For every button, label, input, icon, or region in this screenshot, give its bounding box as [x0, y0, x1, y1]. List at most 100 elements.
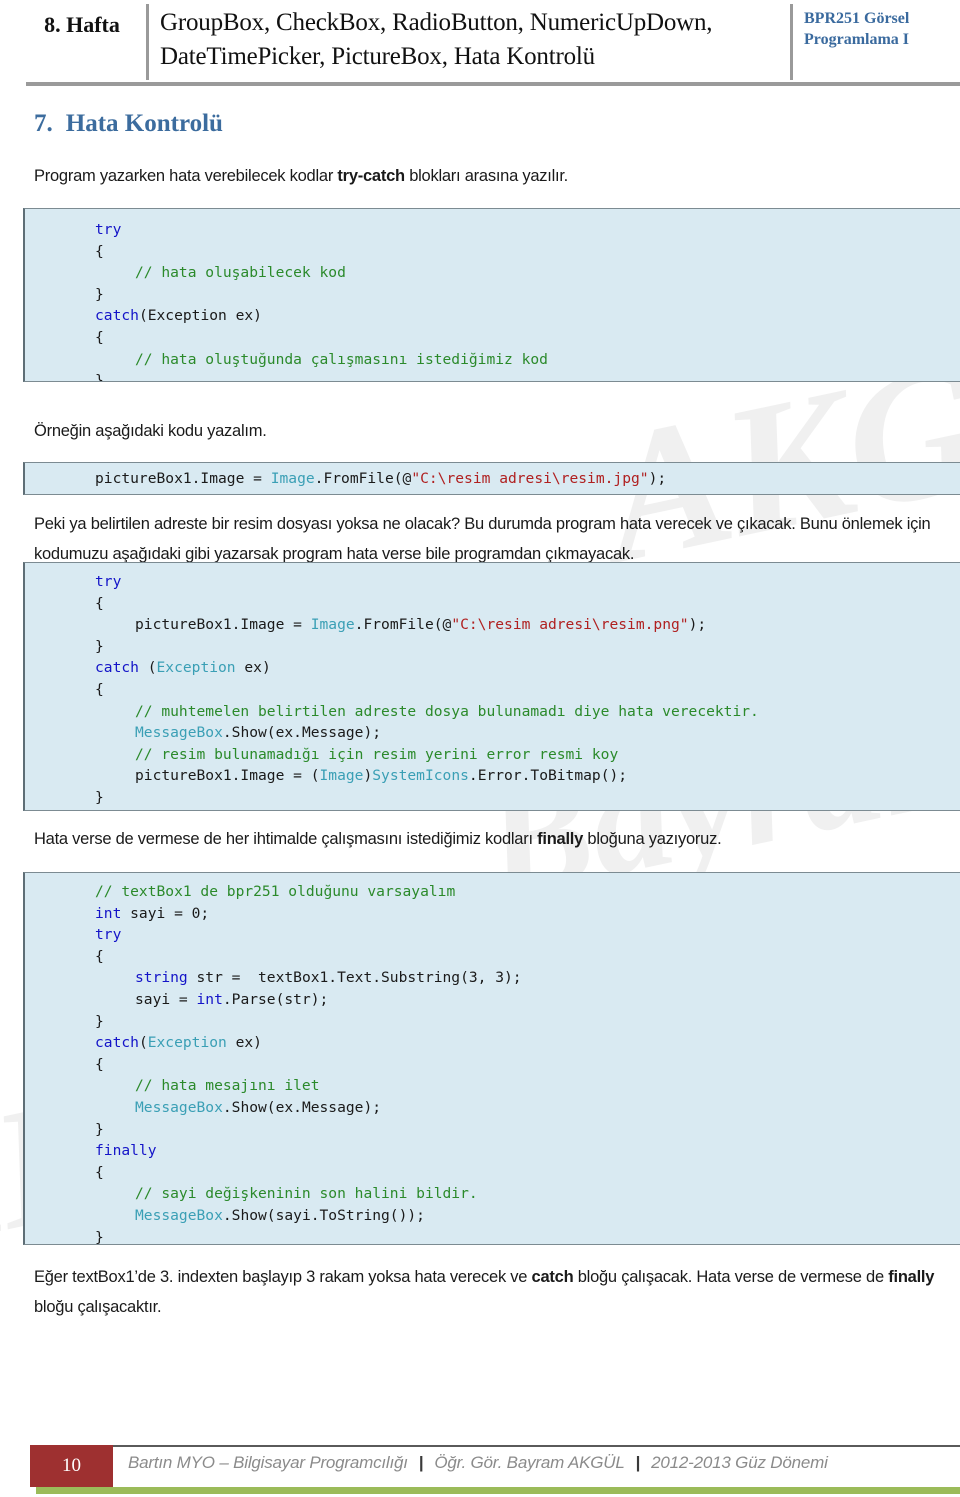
code-line: int sayi = 0; — [95, 903, 960, 925]
code-token-kw: finally — [95, 1142, 157, 1160]
code-token-cm: // hata oluştuğunda çalışmasını istediği… — [135, 350, 548, 368]
code-token-pl: pictureBox1.Image = — [135, 616, 311, 634]
code-token-ty: Exception — [156, 659, 236, 677]
code-token-pl: } — [95, 637, 104, 655]
section-number: 7. — [34, 110, 53, 137]
paragraph-intro-part-c: blokları arasına yazılır. — [404, 167, 569, 185]
code-line: { — [95, 1162, 960, 1184]
code-token-ty: Image — [270, 470, 315, 487]
code-block-picturebox-single-line: pictureBox1.Image = Image.FromFile(@"C:\… — [23, 462, 960, 495]
footer-separator-2: | — [635, 1453, 641, 1472]
code-token-cm: // muhtemelen belirtilen adreste dosya b… — [135, 702, 759, 720]
code-line: // sayi değişkeninin son halini bildir. — [95, 1183, 960, 1205]
code-token-kw: string — [135, 969, 188, 987]
paragraph-explanation: Peki ya belirtilen adreste bir resim dos… — [34, 509, 934, 569]
footer-separator-1: | — [418, 1453, 424, 1472]
code-line: // hata mesajını ilet — [95, 1075, 960, 1097]
footer-rule — [113, 1445, 960, 1447]
code-block-try-catch-template: try { // hata oluşabilecek kod} catch(Excep… — [23, 208, 960, 382]
code-line: } — [95, 787, 960, 809]
code-block-try-catch-finally: // textBox1 de bpr251 olduğunu varsayalı… — [23, 872, 960, 1245]
code-token-kw: catch — [95, 1034, 139, 1052]
code-token-ty: SystemIcons — [372, 767, 469, 785]
code-line: catch (Exception ex) — [95, 657, 960, 679]
paragraph-conclusion: Eğer textBox1’de 3. indexten başlayıp 3 … — [34, 1262, 940, 1322]
paragraph-conclusion-part-e: bloğu çalışacaktır. — [34, 1298, 162, 1316]
code-token-pl: str = textBox1.Text.Substring(3, 3); — [187, 969, 522, 987]
code-token-cm: // hata mesajını ilet — [135, 1077, 320, 1095]
paragraph-conclusion-bold-finally: finally — [888, 1268, 935, 1286]
code-token-pl: ); — [688, 616, 707, 634]
footer-institution: Bartın MYO – Bilgisayar Programcılığı — [128, 1453, 408, 1472]
code-token-ty: MessageBox — [135, 1206, 223, 1224]
code-token-kw: int — [95, 904, 122, 922]
code-token-pl: { — [95, 1163, 104, 1181]
code-token-pl: .Parse(str); — [222, 990, 329, 1008]
code-line: MessageBox.Show(ex.Message); — [95, 1097, 960, 1119]
code-line: catch(Exception ex) — [95, 305, 960, 327]
code-token-pl: { — [95, 594, 104, 612]
code-token-pl: .FromFile(@ — [314, 470, 412, 487]
code-token-cm: // hata oluşabilecek kod — [135, 264, 346, 282]
code-token-pl: ex) — [235, 659, 271, 677]
code-block-try-catch-picturebox: try { pictureBox1.Image = Image.FromFile(@… — [23, 562, 960, 811]
code-line: // resim bulunamadığı için resim yerini … — [95, 744, 960, 766]
code-token-pl: ) — [363, 767, 373, 785]
code-token-kw: try — [95, 573, 122, 590]
code-token-kw: try — [95, 221, 122, 238]
code-token-pl: { — [95, 947, 104, 965]
code-line: { — [95, 593, 960, 615]
code-token-pl: { — [95, 680, 104, 698]
code-token-pl: (Exception ex) — [138, 307, 262, 325]
code-token-pl: .Show(ex.Message); — [222, 1098, 382, 1116]
section-heading: 7. Hata Kontrolü — [34, 110, 223, 138]
code-line: pictureBox1.Image = (Image)SystemIcons.E… — [95, 765, 960, 787]
code-token-pl: } — [95, 1228, 104, 1245]
header-rule — [26, 82, 960, 86]
header-divider-left — [146, 4, 149, 80]
course-line-1: BPR251 Görsel — [804, 10, 910, 27]
code-token-pl: sayi = — [135, 990, 197, 1008]
code-line: pictureBox1.Image = Image.FromFile(@"C:\… — [95, 468, 960, 490]
header-topic-title: GroupBox, CheckBox, RadioButton, Numeric… — [160, 9, 713, 70]
code-token-kw: catch — [95, 659, 139, 677]
code-token-pl: .Show(ex.Message); — [222, 724, 382, 742]
paragraph-example-lead: Örneğin aşağıdaki kodu yazalım. — [34, 422, 267, 440]
code-token-pl: pictureBox1.Image = ( — [135, 767, 320, 785]
code-line: sayi = int.Parse(str); — [95, 989, 960, 1011]
section-title: Hata Kontrolü — [65, 110, 223, 137]
paragraph-intro-part-a: Program yazarken hata verebilecek kodlar — [34, 167, 338, 185]
code-token-pl: sayi = 0; — [121, 904, 210, 922]
code-token-pl: ( — [138, 1034, 148, 1052]
page-header: 8. Hafta GroupBox, CheckBox, RadioButton… — [0, 0, 960, 88]
code-line: pictureBox1.Image = Image.FromFile(@"C:\… — [95, 614, 960, 636]
code-line: // hata oluşabilecek kod — [95, 262, 960, 284]
code-line: // muhtemelen belirtilen adreste dosya b… — [95, 701, 960, 723]
code-token-pl: { — [95, 1055, 104, 1073]
header-week-label: 8. Hafta — [44, 12, 120, 37]
code-token-kw: int — [196, 990, 223, 1008]
header-course-code: BPR251 Görsel Programlama I — [804, 8, 954, 50]
paragraph-explanation-line-1: Peki ya belirtilen adreste bir resim dos… — [34, 515, 796, 533]
code-token-pl: .FromFile(@ — [354, 616, 452, 634]
code-token-ty: MessageBox — [135, 724, 223, 742]
paragraph-conclusion-bold-catch: catch — [531, 1268, 574, 1286]
code-token-ty: Image — [310, 616, 355, 634]
code-token-cm: // resim bulunamadığı için resim yerini … — [135, 745, 619, 763]
code-token-pl: { — [95, 242, 104, 260]
footer-instructor: Öğr. Gör. Bayram AKGÜL — [434, 1453, 625, 1472]
code-token-pl: pictureBox1.Image = — [95, 470, 271, 487]
paragraph-conclusion-part-a: Eğer textBox1’de 3. indexten başlayıp 3 … — [34, 1268, 532, 1286]
page-number-badge: 10 — [30, 1445, 113, 1487]
code-token-ty: Exception — [147, 1034, 227, 1052]
code-token-pl: } — [95, 372, 104, 382]
code-line: try — [95, 219, 960, 241]
code-token-pl: } — [95, 285, 104, 303]
footer-term: 2012-2013 Güz Dönemi — [651, 1453, 828, 1472]
code-line: } — [95, 636, 960, 658]
footer-accent-bar — [36, 1487, 960, 1494]
code-token-cm: // textBox1 de bpr251 olduğunu varsayalı… — [95, 883, 456, 900]
code-token-kw: catch — [95, 307, 139, 325]
paragraph-finally-part-c: bloğuna yazıyoruz. — [583, 830, 722, 848]
code-token-pl: } — [95, 1120, 104, 1138]
